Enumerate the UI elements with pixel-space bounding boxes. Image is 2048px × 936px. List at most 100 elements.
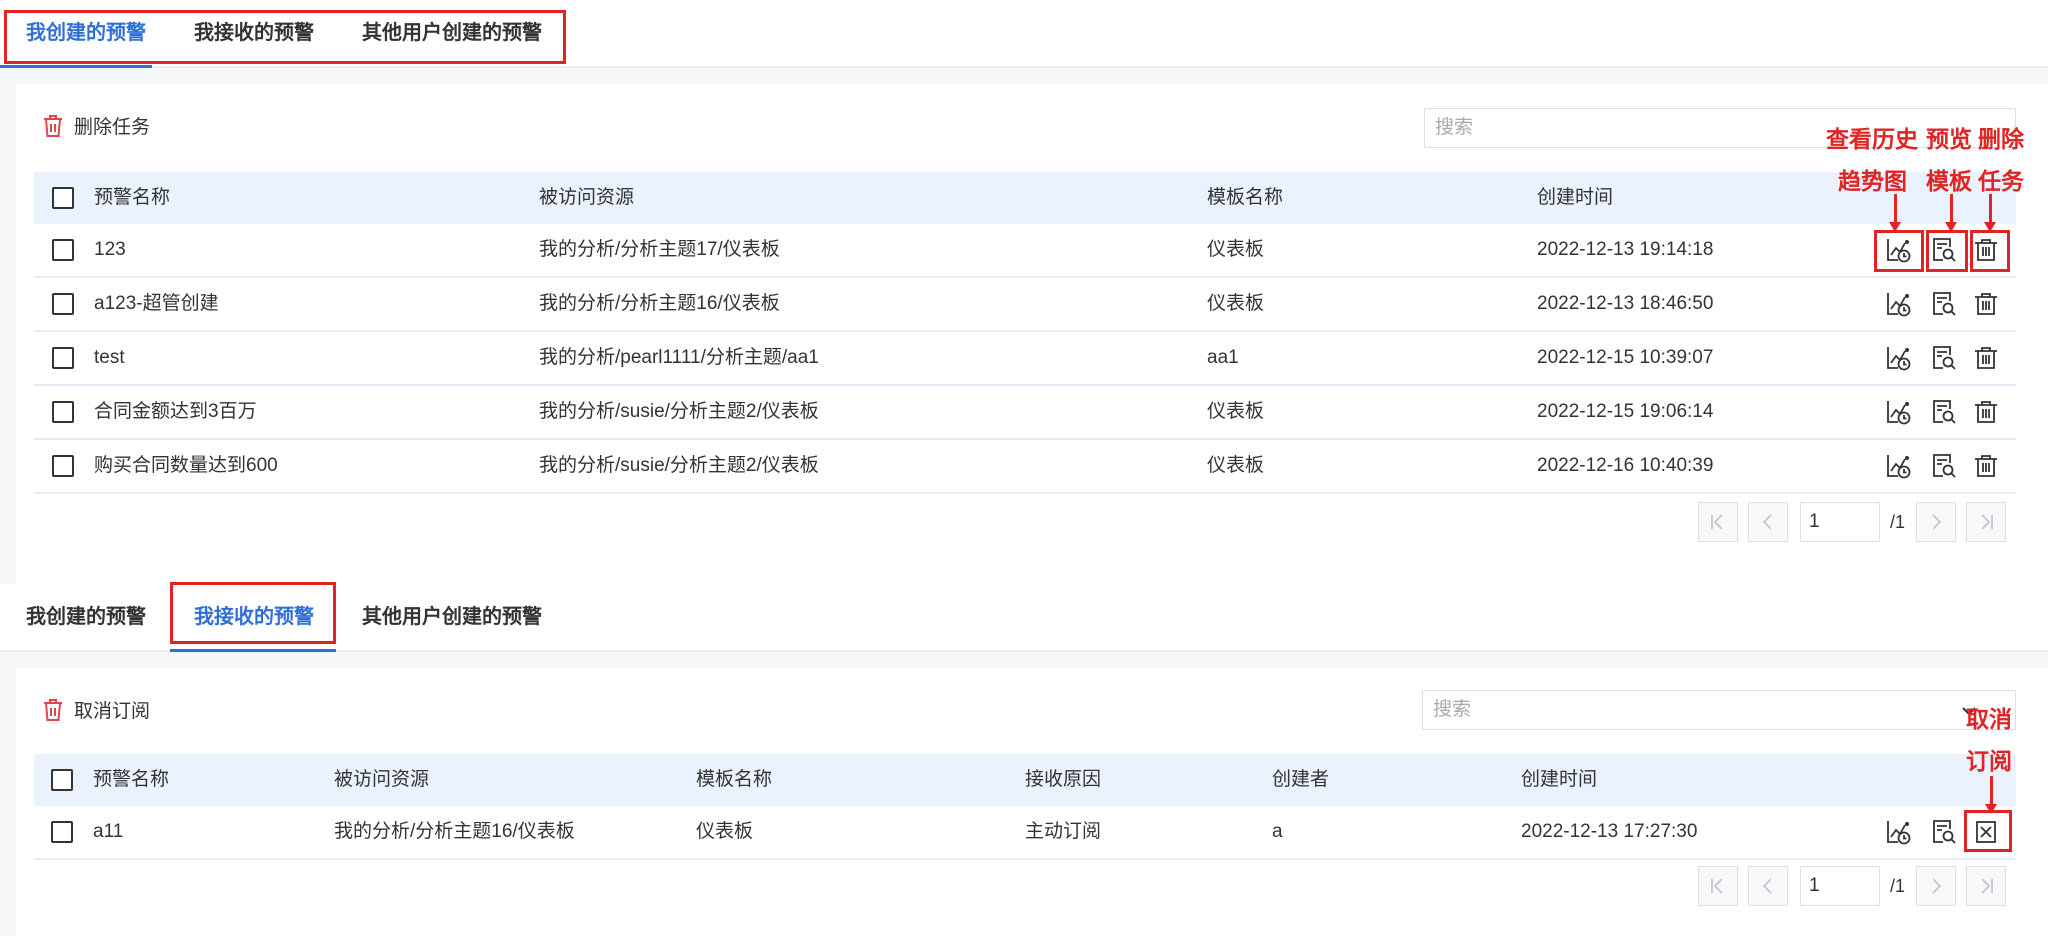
cell-template: 仪表板 (1207, 401, 1265, 422)
table-header-1: 预警名称 被访问资源 模板名称 创建时间 (34, 172, 2016, 224)
page-number-input[interactable]: 1 (1800, 502, 1880, 542)
annotation-cancel-line2: 订阅 (1966, 748, 2012, 774)
preview-template-icon[interactable] (1929, 817, 1959, 847)
col-created-time: 创建时间 (1521, 769, 1598, 790)
delete-icon[interactable] (1971, 451, 2001, 481)
col-created-time: 创建时间 (1537, 187, 1614, 208)
col-alert-name: 预警名称 (94, 187, 171, 208)
history-trend-icon[interactable] (1884, 397, 1914, 427)
history-trend-icon[interactable] (1884, 817, 1914, 847)
search-placeholder: 搜索 (1433, 699, 1472, 720)
cell-alert-name: a123-超管创建 (94, 293, 219, 314)
cell-alert-name: test (94, 347, 125, 368)
cell-alert-name: 合同金额达到3百万 (94, 401, 257, 422)
tab-my-created[interactable]: 我创建的预警 (26, 584, 146, 652)
col-alert-name: 预警名称 (93, 769, 170, 790)
cancel-subscribe-label: 取消订阅 (74, 701, 151, 722)
preview-template-icon[interactable] (1929, 343, 1959, 373)
annotation-history-line2: 趋势图 (1838, 168, 1907, 194)
select-all-checkbox[interactable] (51, 769, 73, 791)
row-checkbox[interactable] (52, 293, 74, 315)
row-checkbox[interactable] (52, 239, 74, 261)
annotation-arrow (1889, 194, 1901, 232)
cell-created-time: 2022-12-13 17:27:30 (1521, 821, 1698, 842)
trash-icon (44, 698, 62, 721)
first-page-icon[interactable] (1698, 866, 1738, 906)
row-checkbox[interactable] (52, 401, 74, 423)
page-number-input[interactable]: 1 (1800, 866, 1880, 906)
cell-resource: 我的分析/susie/分析主题2/仪表板 (539, 455, 819, 476)
annotation-arrow (1984, 194, 1996, 232)
table-row: 购买合同数量达到600 我的分析/susie/分析主题2/仪表板 仪表板 202… (34, 440, 2016, 494)
trash-icon (44, 114, 62, 137)
col-receive-reason: 接收原因 (1025, 769, 1102, 790)
preview-template-icon[interactable] (1929, 289, 1959, 319)
cell-template: 仪表板 (696, 821, 754, 842)
delete-icon[interactable] (1971, 289, 2001, 319)
cell-created-time: 2022-12-13 19:14:18 (1537, 239, 1714, 260)
search-input[interactable]: 搜索 (1422, 690, 2016, 730)
row-checkbox[interactable] (51, 821, 73, 843)
search-placeholder: 搜索 (1435, 117, 1474, 138)
annotation-delete-line2: 任务 (1978, 168, 2024, 194)
table-header-2: 预警名称 被访问资源 模板名称 接收原因 创建者 创建时间 (34, 754, 2016, 806)
table-row: a11 我的分析/分析主题16/仪表板 仪表板 主动订阅 a 2022-12-1… (34, 806, 2016, 860)
annotation-arrow (1945, 194, 1957, 232)
delete-icon[interactable] (1971, 397, 2001, 427)
delete-icon[interactable] (1971, 343, 2001, 373)
prev-page-icon[interactable] (1748, 502, 1788, 542)
cell-resource: 我的分析/分析主题17/仪表板 (539, 239, 780, 260)
tab-other-users-created[interactable]: 其他用户创建的预警 (362, 584, 542, 652)
table-row: a123-超管创建 我的分析/分析主题16/仪表板 仪表板 2022-12-13… (34, 278, 2016, 332)
annotation-box-cancel (1964, 810, 2012, 852)
annotation-box-history (1874, 230, 1924, 272)
cell-receive-reason: 主动订阅 (1025, 821, 1102, 842)
next-page-icon[interactable] (1916, 866, 1956, 906)
col-template: 模板名称 (1207, 187, 1284, 208)
cell-creator: a (1272, 821, 1283, 842)
cell-resource: 我的分析/pearl1111/分析主题/aa1 (539, 347, 819, 368)
last-page-icon[interactable] (1966, 502, 2006, 542)
next-page-icon[interactable] (1916, 502, 1956, 542)
cell-created-time: 2022-12-13 18:46:50 (1537, 293, 1714, 314)
page-total: /1 (1890, 512, 1906, 532)
annotation-delete-line1: 删除 (1978, 126, 2024, 152)
annotation-box-delete (1970, 230, 2010, 272)
annotation-history-line1: 查看历史 (1826, 126, 1918, 152)
preview-template-icon[interactable] (1929, 397, 1959, 427)
col-creator: 创建者 (1272, 769, 1330, 790)
history-trend-icon[interactable] (1884, 343, 1914, 373)
cell-created-time: 2022-12-16 10:40:39 (1537, 455, 1714, 476)
annotation-preview-line2: 模板 (1926, 168, 1972, 194)
annotation-box-preview (1926, 230, 1968, 272)
preview-template-icon[interactable] (1929, 451, 1959, 481)
cell-template: 仪表板 (1207, 293, 1265, 314)
row-checkbox[interactable] (52, 455, 74, 477)
annotation-preview-line1: 预览 (1926, 126, 1972, 152)
delete-task-button[interactable]: 删除任务 (42, 112, 150, 139)
cancel-subscribe-button[interactable]: 取消订阅 (42, 696, 150, 723)
cell-alert-name: 购买合同数量达到600 (94, 455, 278, 476)
cell-template: 仪表板 (1207, 239, 1265, 260)
prev-page-icon[interactable] (1748, 866, 1788, 906)
annotation-cancel-line1: 取消 (1966, 706, 2012, 732)
last-page-icon[interactable] (1966, 866, 2006, 906)
history-trend-icon[interactable] (1884, 289, 1914, 319)
col-resource: 被访问资源 (539, 187, 635, 208)
history-trend-icon[interactable] (1884, 451, 1914, 481)
select-all-checkbox[interactable] (52, 187, 74, 209)
col-resource: 被访问资源 (334, 769, 430, 790)
cell-alert-name: a11 (93, 821, 124, 842)
first-page-icon[interactable] (1698, 502, 1738, 542)
row-checkbox[interactable] (52, 347, 74, 369)
cell-created-time: 2022-12-15 10:39:07 (1537, 347, 1714, 368)
annotation-arrow (1985, 776, 1997, 814)
table-row: 合同金额达到3百万 我的分析/susie/分析主题2/仪表板 仪表板 2022-… (34, 386, 2016, 440)
annotation-box-tabs-1 (4, 10, 566, 64)
cell-template: aa1 (1207, 347, 1239, 368)
table-row: 123 我的分析/分析主题17/仪表板 仪表板 2022-12-13 19:14… (34, 224, 2016, 278)
cell-resource: 我的分析/susie/分析主题2/仪表板 (539, 401, 819, 422)
cell-created-time: 2022-12-15 19:06:14 (1537, 401, 1714, 422)
page-total: /1 (1890, 876, 1906, 896)
delete-task-label: 删除任务 (74, 117, 151, 138)
